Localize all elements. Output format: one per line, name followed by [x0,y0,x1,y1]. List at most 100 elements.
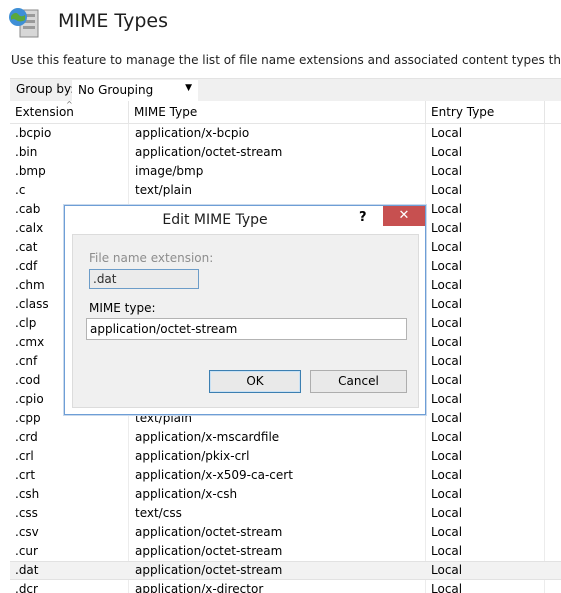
cell-entry-type: Local [431,392,463,406]
cell-extension: .calx [15,221,44,235]
table-row[interactable]: .dat application/octet-stream Local [10,561,561,580]
cell-entry-type: Local [431,430,463,444]
cell-extension: .cpp [15,411,41,425]
cell-entry-type: Local [431,164,463,178]
cell-extension: .class [15,297,49,311]
cell-extension: .cur [15,544,38,558]
table-row[interactable]: .bin application/octet-stream Local [10,143,561,162]
column-header-extension[interactable]: Extension ^ [10,101,129,123]
cell-extension: .clp [15,316,37,330]
cell-entry-type: Local [431,354,463,368]
cell-extension: .crt [15,468,36,482]
cell-mime-type: application/pkix-crl [135,449,250,463]
grid-header: Extension ^ MIME Type Entry Type [10,101,561,124]
cell-mime-type: text/plain [135,183,192,197]
feature-description: Use this feature to manage the list of f… [11,53,561,67]
cell-entry-type: Local [431,563,463,577]
extension-field[interactable]: .dat [89,269,199,289]
table-row[interactable]: .css text/css Local [10,504,561,523]
cell-entry-type: Local [431,506,463,520]
ok-button[interactable]: OK [209,370,301,393]
cell-extension: .cpio [15,392,44,406]
cell-extension: .cat [15,240,38,254]
table-row[interactable]: .c text/plain Local [10,181,561,200]
cell-extension: .cnf [15,354,38,368]
table-row[interactable]: .csv application/octet-stream Local [10,523,561,542]
cell-extension: .cdf [15,259,38,273]
cell-mime-type: application/x-bcpio [135,126,250,140]
cell-entry-type: Local [431,544,463,558]
dialog-title: Edit MIME Type [162,212,268,228]
column-header-mime-type[interactable]: MIME Type [129,101,426,123]
cancel-button[interactable]: Cancel [310,370,407,393]
cell-extension: .csh [15,487,40,501]
close-button[interactable]: ✕ [383,206,425,226]
cell-mime-type: image/bmp [135,164,204,178]
cell-extension: .cod [15,373,41,387]
cell-extension: .chm [15,278,45,292]
cell-extension: .dat [15,563,39,577]
column-header-entry-type[interactable]: Entry Type [426,101,545,123]
mime-type-label: MIME type: [89,301,156,315]
cell-mime-type: application/x-csh [135,487,238,501]
page-header: MIME Types [0,0,561,44]
cell-entry-type: Local [431,373,463,387]
cell-entry-type: Local [431,525,463,539]
cell-extension: .bcpio [15,126,52,140]
cell-entry-type: Local [431,582,463,593]
mime-type-field[interactable]: application/octet-stream [86,318,407,340]
cell-entry-type: Local [431,240,463,254]
cell-mime-type: application/octet-stream [135,145,283,159]
cell-mime-type: application/x-director [135,582,264,593]
cell-entry-type: Local [431,259,463,273]
cell-mime-type: application/octet-stream [135,563,283,577]
table-row[interactable]: .crd application/x-mscardfile Local [10,428,561,447]
cell-extension: .dcr [15,582,38,593]
table-row[interactable]: .dcr application/x-director Local [10,580,561,593]
table-row[interactable]: .bmp image/bmp Local [10,162,561,181]
mime-types-icon [8,6,42,40]
group-by-value: No Grouping [78,83,154,97]
cell-entry-type: Local [431,335,463,349]
dialog-titlebar[interactable]: Edit MIME Type ? ✕ [65,206,425,234]
cell-extension: .c [15,183,26,197]
cell-extension: .cmx [15,335,45,349]
cell-entry-type: Local [431,126,463,140]
dialog-body: File name extension: .dat MIME type: app… [72,234,419,408]
cell-extension: .crd [15,430,38,444]
cell-entry-type: Local [431,221,463,235]
cell-entry-type: Local [431,278,463,292]
cell-mime-type: text/css [135,506,182,520]
page-title: MIME Types [58,10,168,32]
cell-entry-type: Local [431,411,463,425]
extension-label: File name extension: [89,251,214,265]
table-row[interactable]: .crt application/x-x509-ca-cert Local [10,466,561,485]
table-row[interactable]: .bcpio application/x-bcpio Local [10,124,561,143]
dropdown-arrow-icon: ▼ [185,83,192,93]
table-row[interactable]: .crl application/pkix-crl Local [10,447,561,466]
cell-entry-type: Local [431,183,463,197]
cell-entry-type: Local [431,487,463,501]
table-row[interactable]: .csh application/x-csh Local [10,485,561,504]
cell-mime-type: application/octet-stream [135,544,283,558]
cell-mime-type: application/x-mscardfile [135,430,280,444]
cell-extension: .csv [15,525,39,539]
cell-entry-type: Local [431,468,463,482]
group-by-toolbar: Group by: No Grouping ▼ [10,78,561,102]
cell-extension: .css [15,506,38,520]
cell-mime-type: application/x-x509-ca-cert [135,468,293,482]
group-by-select[interactable]: No Grouping ▼ [72,80,198,101]
sort-ascending-icon: ^ [66,101,73,109]
cell-mime-type: application/octet-stream [135,525,283,539]
cell-entry-type: Local [431,297,463,311]
cell-entry-type: Local [431,316,463,330]
cell-extension: .bmp [15,164,46,178]
cell-extension: .bin [15,145,38,159]
table-row[interactable]: .cur application/octet-stream Local [10,542,561,561]
cell-entry-type: Local [431,145,463,159]
cell-extension: .cab [15,202,41,216]
edit-mime-type-dialog: Edit MIME Type ? ✕ File name extension: … [64,205,426,415]
cell-extension: .crl [15,449,34,463]
cell-entry-type: Local [431,202,463,216]
help-icon[interactable]: ? [359,210,367,225]
